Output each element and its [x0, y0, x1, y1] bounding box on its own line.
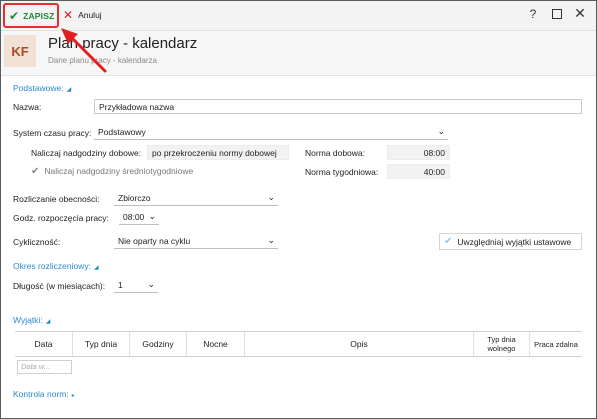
close-x-icon: ✕	[63, 8, 74, 22]
check-icon: ✔	[444, 236, 453, 247]
avatar: KF	[4, 35, 36, 67]
column-header-day-type[interactable]: Typ dnia	[73, 332, 130, 356]
column-header-hours[interactable]: Godziny	[130, 332, 187, 356]
column-header-night[interactable]: Nocne	[187, 332, 245, 356]
length-label: Długość (w miesiącach):	[13, 281, 106, 291]
column-header-date[interactable]: Data	[15, 332, 73, 356]
checkbox-check-icon: ✔	[31, 166, 40, 177]
section-norms-toggle[interactable]: Kontrola norm: ▸	[13, 389, 75, 399]
checkmark-icon: ✔	[9, 8, 20, 23]
section-period-label: Okres rozliczeniowy:	[13, 261, 91, 271]
section-basic-label: Podstawowe:	[13, 83, 64, 93]
norm-daily-field[interactable]: 08:00	[387, 145, 450, 160]
statutory-exceptions-label: Uwzględniaj wyjątki ustawowe	[457, 236, 572, 247]
name-label: Nazwa:	[13, 102, 42, 112]
start-hour-select-value: 08:00	[123, 212, 145, 222]
start-hour-label: Godz. rozpoczęcia pracy:	[13, 213, 109, 223]
page-header: KF Plan pracy - kalendarz Dane planu pra…	[1, 31, 596, 76]
help-icon[interactable]: ?	[526, 7, 540, 21]
collapse-triangle-icon: ◢	[45, 319, 51, 325]
table-header-row: Data Typ dnia Godziny Nocne Opis Typ dni…	[15, 332, 582, 357]
expand-triangle-icon: ▸	[71, 393, 75, 399]
chevron-down-icon: ⌄	[267, 235, 275, 245]
save-button[interactable]: ✔ ZAPISZ	[3, 3, 59, 28]
overtime-weekly-checkbox[interactable]: ✔ Naliczaj nadgodziny średniotygodniowe	[31, 166, 193, 177]
cyclicity-select[interactable]: Nie oparty na cyklu ⌄	[114, 234, 278, 249]
settlement-select[interactable]: Zbiorczo ⌄	[114, 191, 278, 206]
chevron-down-icon: ⌄	[437, 126, 445, 136]
length-select-value: 1	[118, 280, 123, 290]
overtime-daily-label: Naliczaj nadgodziny dobowe:	[31, 148, 142, 158]
overtime-daily-field[interactable]: po przekroczeniu normy dobowej	[147, 145, 289, 160]
exceptions-table: Data Typ dnia Godziny Nocne Opis Typ dni…	[15, 331, 582, 375]
close-icon[interactable]: ✕	[573, 5, 587, 22]
system-select[interactable]: Podstawowy ⌄	[94, 125, 448, 140]
length-select[interactable]: 1 ⌄	[114, 278, 158, 293]
page-title: Plan pracy - kalendarz	[48, 35, 198, 52]
section-period-toggle[interactable]: Okres rozliczeniowy: ◢	[13, 261, 99, 271]
statutory-exceptions-toggle[interactable]: ✔ Uwzględniaj wyjątki ustawowe	[439, 233, 582, 250]
cancel-button-label: Anuluj	[78, 10, 102, 20]
start-hour-select[interactable]: 08:00 ⌄	[119, 210, 159, 225]
section-basic-toggle[interactable]: Podstawowe: ◢	[13, 83, 71, 93]
norm-weekly-label: Norma tygodniowa:	[305, 167, 379, 177]
section-exceptions-label: Wyjątki:	[13, 315, 43, 325]
column-header-remote-work[interactable]: Praca zdalna	[530, 332, 582, 356]
cyclicity-select-value: Nie oparty na cyklu	[118, 236, 191, 246]
system-label: System czasu pracy:	[13, 128, 92, 138]
page-subtitle: Dane planu pracy - kalendarza	[48, 56, 157, 65]
column-header-description[interactable]: Opis	[245, 332, 474, 356]
norm-weekly-field[interactable]: 40:00	[387, 164, 450, 179]
chevron-down-icon: ⌄	[147, 279, 155, 289]
dialog-window: ✔ ZAPISZ ✕ Anuluj ? ✕ KF Plan pracy - ka…	[0, 0, 597, 419]
section-norms-label: Kontrola norm:	[13, 389, 69, 399]
maximize-icon[interactable]	[550, 7, 564, 22]
settlement-label: Rozliczanie obecności:	[13, 194, 100, 204]
settlement-select-value: Zbiorczo	[118, 193, 151, 203]
section-exceptions-toggle[interactable]: Wyjątki: ◢	[13, 315, 50, 325]
chevron-down-icon: ⌄	[267, 192, 275, 202]
name-field[interactable]: Przykładowa nazwa	[94, 99, 582, 114]
norm-daily-label: Norma dobowa:	[305, 148, 366, 158]
save-button-label: ZAPISZ	[23, 10, 55, 21]
column-header-day-off-type[interactable]: Typ dnia wolnego	[474, 332, 530, 356]
system-select-value: Podstawowy	[98, 127, 146, 137]
chevron-down-icon: ⌄	[148, 211, 156, 221]
overtime-weekly-label: Naliczaj nadgodziny średniotygodniowe	[44, 166, 194, 176]
date-filter-input[interactable]: Data w...	[17, 360, 72, 374]
cancel-button[interactable]: ✕ Anuluj	[63, 8, 102, 22]
collapse-triangle-icon: ◢	[93, 265, 99, 271]
table-filter-row: Data w...	[15, 357, 582, 375]
collapse-triangle-icon: ◢	[66, 87, 72, 93]
toolbar: ✔ ZAPISZ ✕ Anuluj ? ✕	[1, 1, 596, 31]
cyclicity-label: Cykliczność:	[13, 237, 61, 247]
